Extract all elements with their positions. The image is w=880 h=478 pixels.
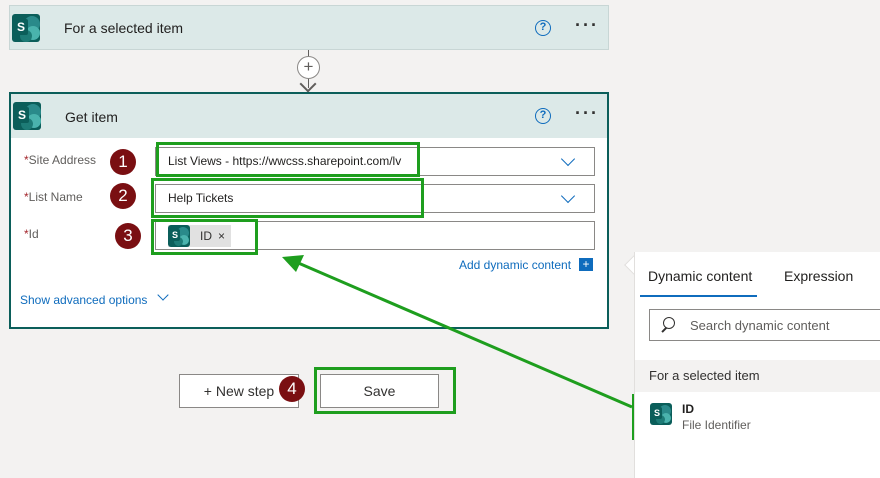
search-placeholder: Search dynamic content — [690, 318, 830, 333]
step-badge-2: 2 — [110, 183, 136, 209]
tab-dynamic-content[interactable]: Dynamic content — [648, 268, 752, 284]
section-header: For a selected item — [635, 360, 880, 392]
tab-expression[interactable]: Expression — [784, 268, 853, 284]
step-badge-1: 1 — [110, 149, 136, 175]
active-tab-underline — [640, 295, 757, 297]
sharepoint-icon: S — [650, 403, 672, 425]
dynamic-item-name: ID — [682, 402, 694, 416]
dynamic-item-id[interactable]: S ID File Identifier — [635, 398, 880, 440]
search-input[interactable]: Search dynamic content — [649, 309, 880, 341]
dynamic-content-panel: Dynamic content Expression Search dynami… — [634, 252, 880, 478]
dynamic-item-description: File Identifier — [682, 418, 751, 432]
step-badge-3: 3 — [115, 223, 141, 249]
step-badge-4: 4 — [279, 376, 305, 402]
